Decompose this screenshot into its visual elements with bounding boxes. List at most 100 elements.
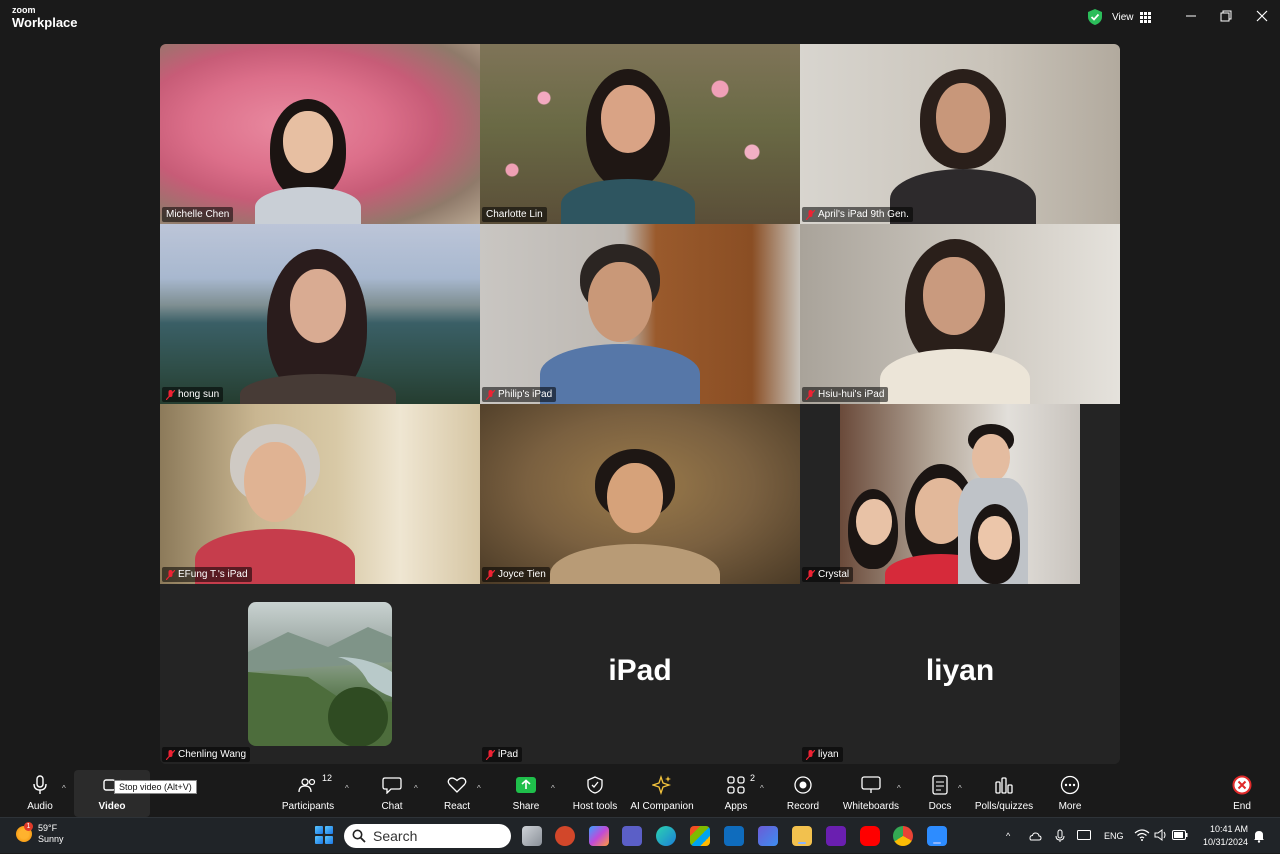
whiteboards-label: Whiteboards <box>842 801 900 812</box>
notification-bell-icon[interactable] <box>1253 829 1265 843</box>
zoom-logo: zoom Workplace <box>12 6 78 30</box>
polls-quizzes-button[interactable]: Polls/quizzes <box>974 770 1034 817</box>
end-meeting-button[interactable]: End <box>1228 770 1256 817</box>
mic-tray-icon[interactable] <box>1055 829 1065 843</box>
powerpoint-icon[interactable] <box>555 826 575 846</box>
whiteboards-caret-icon[interactable]: ^ <box>897 784 901 793</box>
video-grid: Michelle Chen Charlotte Lin April's iPad… <box>160 44 1120 764</box>
video-tile-hong-sun[interactable]: hong sun <box>160 224 480 404</box>
video-tile-crystal[interactable]: Crystal <box>800 404 1120 584</box>
show-hidden-icons[interactable]: ^ <box>1006 818 1010 854</box>
video-tile-joyce-tien[interactable]: Joyce Tien <box>480 404 800 584</box>
copilot-icon[interactable] <box>589 826 609 846</box>
muted-mic-icon <box>166 749 175 760</box>
cloud-sync-icon[interactable] <box>1028 830 1042 842</box>
volume-icon[interactable] <box>1154 829 1168 841</box>
close-icon[interactable] <box>1254 8 1270 24</box>
weather-widget[interactable]: 1 59°F Sunny <box>16 822 64 846</box>
store-icon[interactable] <box>690 826 710 846</box>
record-icon <box>793 775 813 795</box>
clock-time: 10:41 AM <box>1209 824 1248 834</box>
audio-label: Audio <box>27 801 53 812</box>
zoom-app-icon[interactable] <box>927 826 947 846</box>
end-label: End <box>1233 801 1251 812</box>
apps-icon: 2 <box>726 773 755 795</box>
document-icon <box>930 775 950 795</box>
docs-button[interactable]: Docs <box>926 770 954 817</box>
video-tile-michelle-chen[interactable]: Michelle Chen <box>160 44 480 224</box>
video-tile-chenling-wang[interactable]: Chenling Wang <box>160 584 480 764</box>
windows-start-icon[interactable] <box>315 826 333 844</box>
ai-companion-button[interactable]: AI Companion <box>630 770 694 817</box>
apps-button[interactable]: 2 Apps <box>720 770 755 817</box>
keyboard-icon[interactable] <box>1077 830 1091 840</box>
name-tag: April's iPad 9th Gen. <box>802 207 913 222</box>
battery-icon[interactable] <box>1172 830 1188 840</box>
minimize-icon[interactable] <box>1183 8 1199 24</box>
muted-mic-icon <box>806 569 815 580</box>
search-icon <box>352 829 366 843</box>
share-caret-icon[interactable]: ^ <box>551 784 555 793</box>
chat-label: Chat <box>381 801 403 812</box>
name-tag: Charlotte Lin <box>482 207 547 222</box>
weather-temp: 59°F <box>38 823 58 833</box>
host-tools-button[interactable]: Host tools <box>570 770 620 817</box>
participants-count: 12 <box>322 773 333 783</box>
host-tools-label: Host tools <box>572 801 618 812</box>
ai-companion-label: AI Companion <box>630 801 694 812</box>
system-clock[interactable]: 10:41 AM 10/31/2024 <box>1196 823 1248 848</box>
participants-caret-icon[interactable]: ^ <box>345 784 349 793</box>
sun-icon: 1 <box>16 822 33 843</box>
name-tag: Philip's iPad <box>482 387 557 402</box>
audio-options-caret-icon[interactable]: ^ <box>62 784 66 793</box>
video-tile-ipad[interactable]: iPad iPad <box>480 584 800 764</box>
docs-caret-icon[interactable]: ^ <box>958 784 962 793</box>
view-button[interactable]: View <box>1112 9 1151 25</box>
apps-caret-icon[interactable]: ^ <box>760 784 764 793</box>
chat-button[interactable]: Chat <box>376 770 408 817</box>
chat-caret-icon[interactable]: ^ <box>414 784 418 793</box>
security-shield-icon[interactable] <box>1088 9 1102 25</box>
clock-date: 10/31/2024 <box>1202 836 1248 847</box>
audio-button[interactable]: Audio <box>22 770 58 817</box>
share-label: Share <box>512 801 540 812</box>
whiteboards-button[interactable]: Whiteboards <box>842 770 900 817</box>
apps-count: 2 <box>750 773 756 783</box>
video-tile-philip-ipad[interactable]: Philip's iPad <box>480 224 800 404</box>
react-button[interactable]: React <box>440 770 474 817</box>
record-button[interactable]: Record <box>786 770 820 817</box>
language-indicator[interactable]: ENG <box>1104 818 1124 854</box>
youtube-icon[interactable] <box>860 826 880 846</box>
video-tile-hsiu-hui-ipad[interactable]: Hsiu-hui's iPad <box>800 224 1120 404</box>
docs-label: Docs <box>928 801 952 812</box>
participant-display-name: liyan <box>925 654 995 687</box>
task-view-icon[interactable] <box>522 826 542 846</box>
name-tag: Michelle Chen <box>162 207 234 222</box>
video-tile-april-ipad[interactable]: April's iPad 9th Gen. <box>800 44 1120 224</box>
teams-icon[interactable] <box>622 826 642 846</box>
participants-button[interactable]: 12 Participants <box>280 770 336 817</box>
yahoo-icon[interactable] <box>826 826 846 846</box>
muted-mic-icon <box>806 209 815 220</box>
taskbar-search[interactable]: Search <box>344 824 511 848</box>
outlook-icon[interactable] <box>724 826 744 846</box>
polls-label: Polls/quizzes <box>974 801 1034 812</box>
name-tag: Hsiu-hui's iPad <box>802 387 889 402</box>
chrome-icon[interactable] <box>893 826 913 846</box>
chat-bubble-icon <box>382 775 402 795</box>
video-tile-charlotte-lin[interactable]: Charlotte Lin <box>480 44 800 224</box>
heart-icon <box>447 775 467 795</box>
weather-desc: Sunny <box>38 834 64 845</box>
restore-icon[interactable] <box>1218 8 1234 24</box>
react-caret-icon[interactable]: ^ <box>477 784 481 793</box>
app-icon[interactable] <box>758 826 778 846</box>
video-tile-efung-ipad[interactable]: EFung T.'s iPad <box>160 404 480 584</box>
more-button[interactable]: More <box>1054 770 1086 817</box>
video-tile-liyan[interactable]: liyan liyan <box>800 584 1120 764</box>
bar-chart-icon <box>994 775 1014 795</box>
share-button[interactable]: Share <box>510 770 542 817</box>
edge-icon[interactable] <box>656 826 676 846</box>
wifi-icon[interactable] <box>1134 829 1150 841</box>
record-label: Record <box>786 801 820 812</box>
file-explorer-icon[interactable] <box>792 826 812 846</box>
